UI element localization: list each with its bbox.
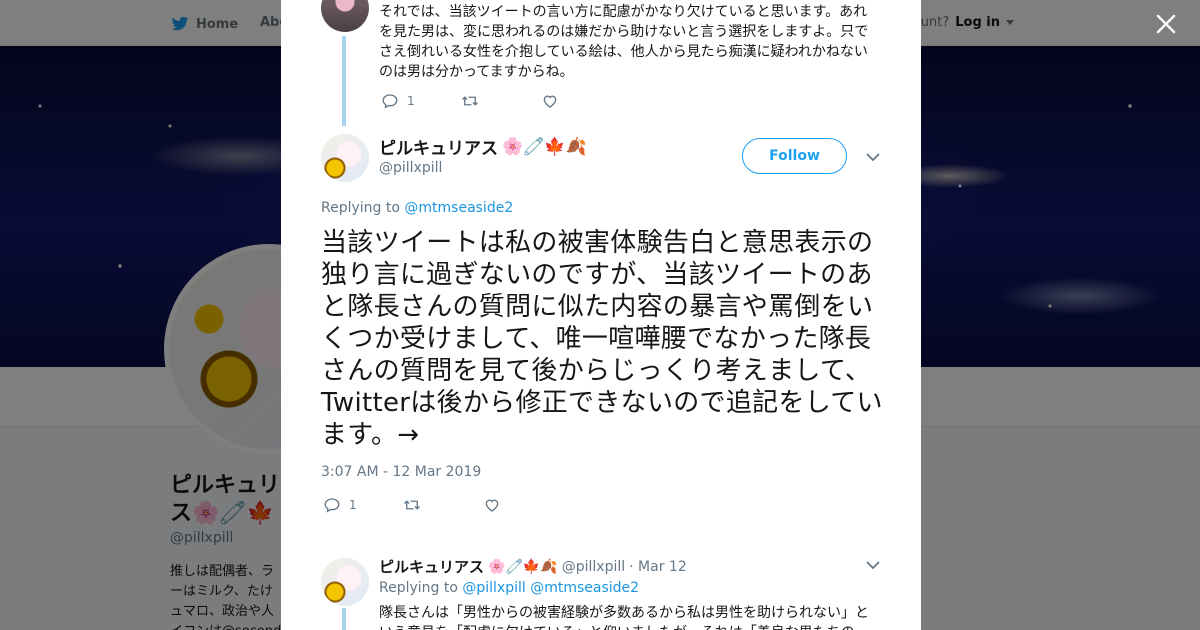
thread-line — [342, 36, 346, 126]
replying-prefix: Replying to — [321, 200, 400, 216]
chevron-down-icon[interactable] — [865, 149, 881, 165]
reply-count: 1 — [349, 498, 357, 512]
reply-tweet-name[interactable]: ピルキュリアス — [379, 556, 484, 577]
main-tweet-timestamp[interactable]: 3:07 AM - 12 Mar 2019 — [321, 464, 481, 480]
reply-tweet-replying-to: Replying to @pillxpill @mtmseaside2 — [379, 580, 639, 596]
heart-icon — [485, 499, 499, 512]
retweet-icon — [404, 500, 420, 510]
like-button[interactable] — [483, 496, 563, 514]
reply-tweet-header: ピルキュリアス 🌸🧷🍁🍂 @pillxpill · Mar 12 — [379, 556, 687, 577]
close-icon[interactable] — [1155, 13, 1177, 35]
page: Home Abo ccount? Log in ピルキュリ ス🌸🧷🍁 @pill… — [0, 0, 1200, 630]
main-tweet-actions: 1 — [323, 496, 563, 514]
reply-button[interactable]: 1 — [381, 92, 461, 110]
replying-prefix: Replying to — [379, 580, 458, 596]
reply-count: 1 — [407, 94, 415, 108]
main-tweet-name: ピルキュリアス — [379, 139, 498, 159]
replying-to-link[interactable]: @mtmseaside2 — [404, 200, 513, 216]
main-tweet-name-emoji: 🌸🧷🍁🍂 — [502, 136, 587, 157]
reply-icon — [324, 498, 340, 513]
reply-icon — [382, 94, 398, 109]
follow-button[interactable]: Follow — [742, 138, 847, 174]
replying-to-link[interactable]: @pillxpill @mtmseaside2 — [462, 580, 639, 596]
thread-line — [342, 608, 346, 630]
chevron-down-icon[interactable] — [865, 557, 881, 573]
retweet-button[interactable] — [461, 92, 541, 110]
previous-tweet-text: それでは、当該ツイートの言い方に配慮がかなり欠けていると思います。あれを見た男は… — [379, 4, 869, 80]
retweet-icon — [462, 96, 478, 106]
tweet-modal: それでは、当該ツイートの言い方に配慮がかなり欠けていると思います。あれを見た男は… — [281, 0, 921, 630]
main-tweet-handle[interactable]: @pillxpill — [379, 160, 442, 176]
reply-button[interactable]: 1 — [323, 496, 403, 514]
like-button[interactable] — [541, 92, 621, 110]
reply-tweet-name-emoji: 🌸🧷🍁🍂 — [488, 558, 558, 575]
previous-tweet-actions: 1 — [381, 92, 621, 110]
previous-tweet-avatar[interactable] — [321, 0, 369, 32]
main-tweet-avatar[interactable] — [321, 134, 369, 182]
reply-tweet-text: 隊長さんは「男性からの被害経験が多数あるから私は男性を助けられない」という意見を… — [379, 605, 869, 630]
retweet-button[interactable] — [403, 496, 483, 514]
reply-tweet-date[interactable]: · Mar 12 — [629, 559, 687, 575]
heart-icon — [543, 95, 557, 108]
reply-tweet-avatar[interactable] — [321, 558, 369, 606]
main-tweet-author[interactable]: ピルキュリアス 🌸🧷🍁🍂 — [379, 134, 587, 160]
main-tweet-text: 当該ツイートは私の被害体験告白と意思表示の独り言に過ぎないのですが、当該ツイート… — [321, 228, 883, 450]
reply-tweet-handle[interactable]: @pillxpill — [562, 559, 625, 575]
main-tweet-replying-to: Replying to @mtmseaside2 — [321, 200, 513, 216]
